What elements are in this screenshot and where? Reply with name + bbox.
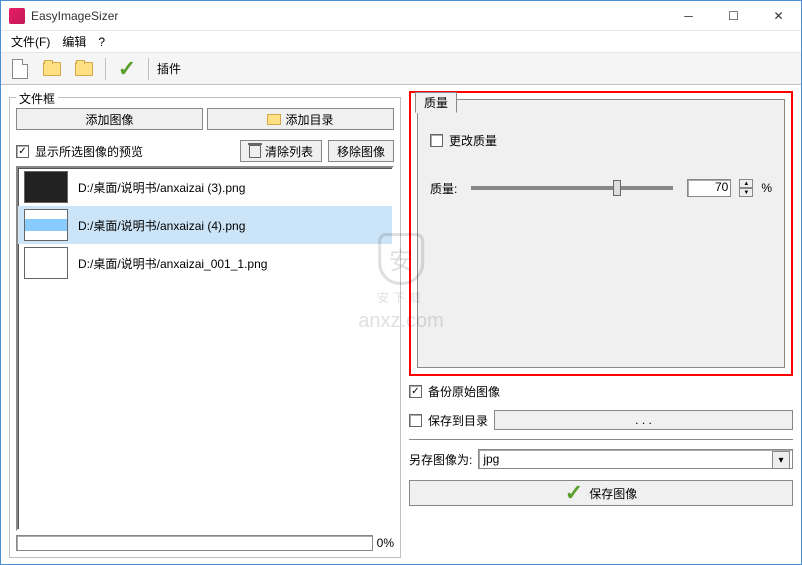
change-quality-label: 更改质量 xyxy=(449,132,497,149)
close-button[interactable]: ✕ xyxy=(756,1,801,30)
check-icon: ✓ xyxy=(118,56,136,82)
saveas-label: 另存图像为: xyxy=(409,451,472,468)
savedir-label: 保存到目录 xyxy=(428,412,488,429)
backup-label: 备份原始图像 xyxy=(428,383,500,400)
file-groupbox: 文件框 添加图像 添加目录 ✓ 显示所选图像的预览 清除列表 移除图像 D:/桌… xyxy=(9,97,401,558)
minimize-button[interactable]: ─ xyxy=(666,1,711,30)
spinner-up-icon[interactable]: ▲ xyxy=(739,179,753,188)
document-icon xyxy=(12,59,28,79)
folder-button-2[interactable] xyxy=(71,56,97,82)
percent-label: % xyxy=(761,181,772,195)
quality-label: 质量: xyxy=(430,180,457,197)
folder-icon xyxy=(267,114,281,125)
check-icon: ✓ xyxy=(565,480,583,506)
app-icon xyxy=(9,8,25,24)
quality-panel: 质量 更改质量 质量: 70 ▲▼ % xyxy=(409,91,793,376)
window-title: EasyImageSizer xyxy=(31,9,666,23)
preview-checkbox[interactable]: ✓ xyxy=(16,145,29,158)
remove-image-button[interactable]: 移除图像 xyxy=(328,140,394,162)
maximize-button[interactable]: ☐ xyxy=(711,1,756,30)
file-path: D:/桌面/说明书/anxaizai (4).png xyxy=(78,217,245,234)
plugin-label[interactable]: 插件 xyxy=(157,60,181,77)
format-select[interactable]: jpg xyxy=(478,449,793,469)
quality-input[interactable]: 70 xyxy=(687,179,731,197)
list-item[interactable]: D:/桌面/说明书/anxaizai_001_1.png xyxy=(18,244,392,282)
trash-icon xyxy=(249,145,261,158)
file-path: D:/桌面/说明书/anxaizai_001_1.png xyxy=(78,255,267,272)
folder-icon xyxy=(43,62,61,76)
savedir-checkbox[interactable] xyxy=(409,414,422,427)
preview-label: 显示所选图像的预览 xyxy=(35,143,143,160)
quality-spinner[interactable]: ▲▼ xyxy=(739,179,753,197)
file-legend: 文件框 xyxy=(16,90,58,107)
file-path: D:/桌面/说明书/anxaizai (3).png xyxy=(78,179,245,196)
progress-percent: 0% xyxy=(377,536,394,550)
change-quality-checkbox[interactable] xyxy=(430,134,443,147)
save-image-button[interactable]: ✓ 保存图像 xyxy=(409,480,793,506)
thumbnail xyxy=(24,247,68,279)
slider-thumb[interactable] xyxy=(613,180,621,196)
quality-slider[interactable] xyxy=(471,186,673,190)
toolbar: ✓ 插件 xyxy=(1,53,801,85)
tab-quality[interactable]: 质量 xyxy=(415,92,457,113)
apply-button[interactable]: ✓ xyxy=(114,56,140,82)
add-folder-button[interactable]: 添加目录 xyxy=(207,108,394,130)
list-item[interactable]: D:/桌面/说明书/anxaizai (3).png xyxy=(18,168,392,206)
menu-edit[interactable]: 编辑 xyxy=(58,33,90,50)
thumbnail xyxy=(24,209,68,241)
backup-checkbox[interactable]: ✓ xyxy=(409,385,422,398)
separator xyxy=(105,58,106,80)
clear-list-button[interactable]: 清除列表 xyxy=(240,140,322,162)
thumbnail xyxy=(24,171,68,203)
menubar: 文件(F) 编辑 ? xyxy=(1,31,801,53)
file-list[interactable]: D:/桌面/说明书/anxaizai (3).png D:/桌面/说明书/anx… xyxy=(16,166,394,531)
add-image-button[interactable]: 添加图像 xyxy=(16,108,203,130)
folder-button-1[interactable] xyxy=(39,56,65,82)
separator xyxy=(409,439,793,440)
browse-button[interactable]: . . . xyxy=(494,410,793,430)
list-item[interactable]: D:/桌面/说明书/anxaizai (4).png xyxy=(18,206,392,244)
titlebar: EasyImageSizer ─ ☐ ✕ xyxy=(1,1,801,31)
menu-help[interactable]: ? xyxy=(94,35,109,49)
separator xyxy=(148,58,149,80)
progress-bar xyxy=(16,535,373,551)
folder-icon xyxy=(75,62,93,76)
spinner-down-icon[interactable]: ▼ xyxy=(739,188,753,197)
new-doc-button[interactable] xyxy=(7,56,33,82)
menu-file[interactable]: 文件(F) xyxy=(7,33,54,50)
